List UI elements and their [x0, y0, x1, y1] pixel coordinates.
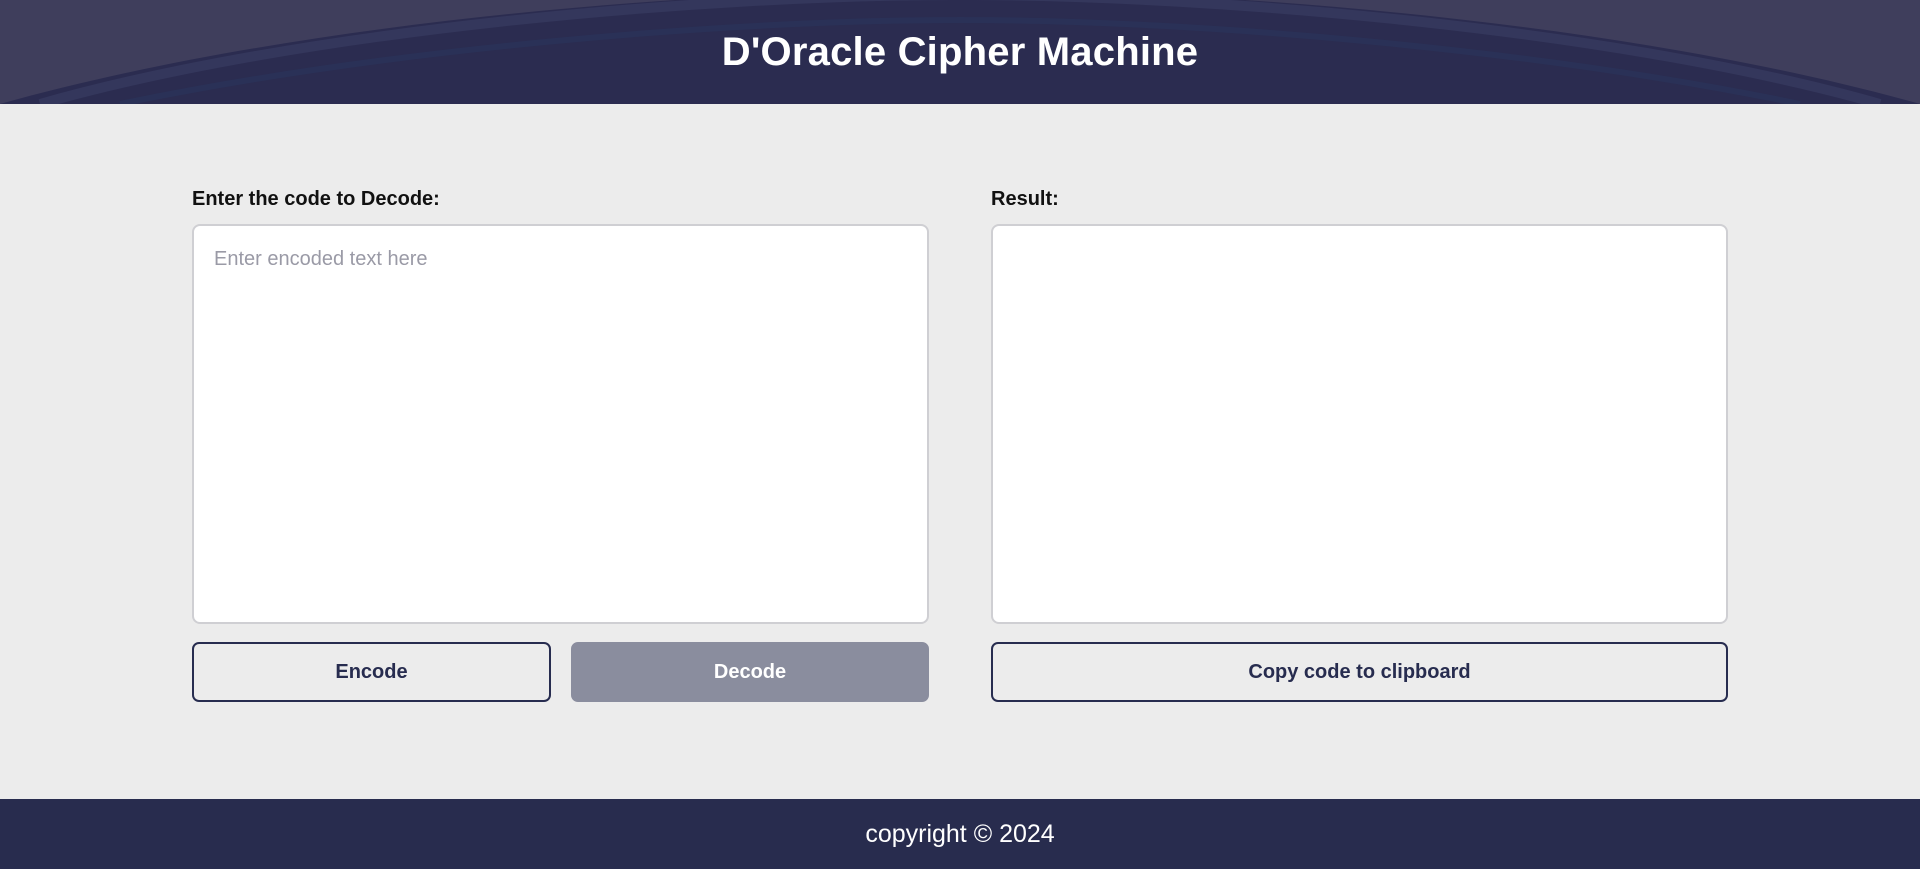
app-header: D'Oracle Cipher Machine [0, 0, 1920, 104]
input-label: Enter the code to Decode: [192, 188, 440, 210]
main-content: Enter the code to Decode: Encode Decode … [0, 104, 1920, 799]
encode-button[interactable]: Encode [192, 642, 551, 702]
result-label: Result: [991, 188, 1059, 210]
app-footer: copyright © 2024 [0, 799, 1920, 869]
encoded-text-input[interactable] [192, 224, 929, 624]
decode-button[interactable]: Decode [571, 642, 929, 702]
copyright-text: copyright © 2024 [865, 819, 1055, 848]
page-title: D'Oracle Cipher Machine [721, 29, 1199, 74]
result-output[interactable] [991, 224, 1728, 624]
copy-to-clipboard-button[interactable]: Copy code to clipboard [991, 642, 1728, 702]
